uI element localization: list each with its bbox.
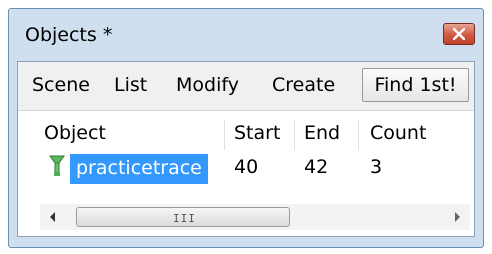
- menu-modify[interactable]: Modify: [176, 74, 239, 96]
- table-row[interactable]: practicetrace 40 42 3: [18, 152, 474, 186]
- scrollbar-thumb[interactable]: III: [76, 207, 290, 227]
- close-icon: [453, 28, 465, 40]
- column-header-end[interactable]: End: [304, 122, 340, 144]
- column-header-count[interactable]: Count: [370, 122, 426, 144]
- end-cell: 42: [304, 156, 329, 178]
- scroll-right-button[interactable]: [444, 204, 470, 230]
- objects-window: Objects * Scene List Modify Create Find …: [8, 8, 484, 248]
- horizontal-scrollbar[interactable]: III: [40, 204, 470, 230]
- window-title: Objects *: [25, 24, 113, 46]
- find-first-button[interactable]: Find 1st!: [362, 68, 469, 102]
- menu-list[interactable]: List: [114, 74, 147, 96]
- count-cell: 3: [370, 156, 383, 178]
- close-button[interactable]: [443, 23, 475, 45]
- column-separator[interactable]: [358, 120, 359, 150]
- scroll-left-button[interactable]: [40, 204, 66, 230]
- trace-icon: [49, 155, 65, 176]
- column-header-object[interactable]: Object: [44, 122, 106, 144]
- arrow-right-icon: [455, 212, 460, 222]
- menu-create[interactable]: Create: [272, 74, 335, 96]
- scroll-grip: III: [173, 212, 196, 225]
- column-separator[interactable]: [224, 120, 225, 150]
- menu-scene[interactable]: Scene: [32, 74, 90, 96]
- arrow-left-icon: [50, 212, 55, 222]
- objects-panel: Scene List Modify Create Find 1st! Objec…: [17, 61, 475, 237]
- object-name-cell[interactable]: practicetrace: [70, 154, 208, 184]
- start-cell: 40: [234, 156, 259, 178]
- column-separator[interactable]: [294, 120, 295, 150]
- column-header-start[interactable]: Start: [234, 122, 280, 144]
- menu-bar: Scene List Modify Create Find 1st!: [18, 62, 474, 111]
- title-bar[interactable]: Objects *: [9, 9, 483, 59]
- table-header: Object Start End Count: [18, 118, 474, 152]
